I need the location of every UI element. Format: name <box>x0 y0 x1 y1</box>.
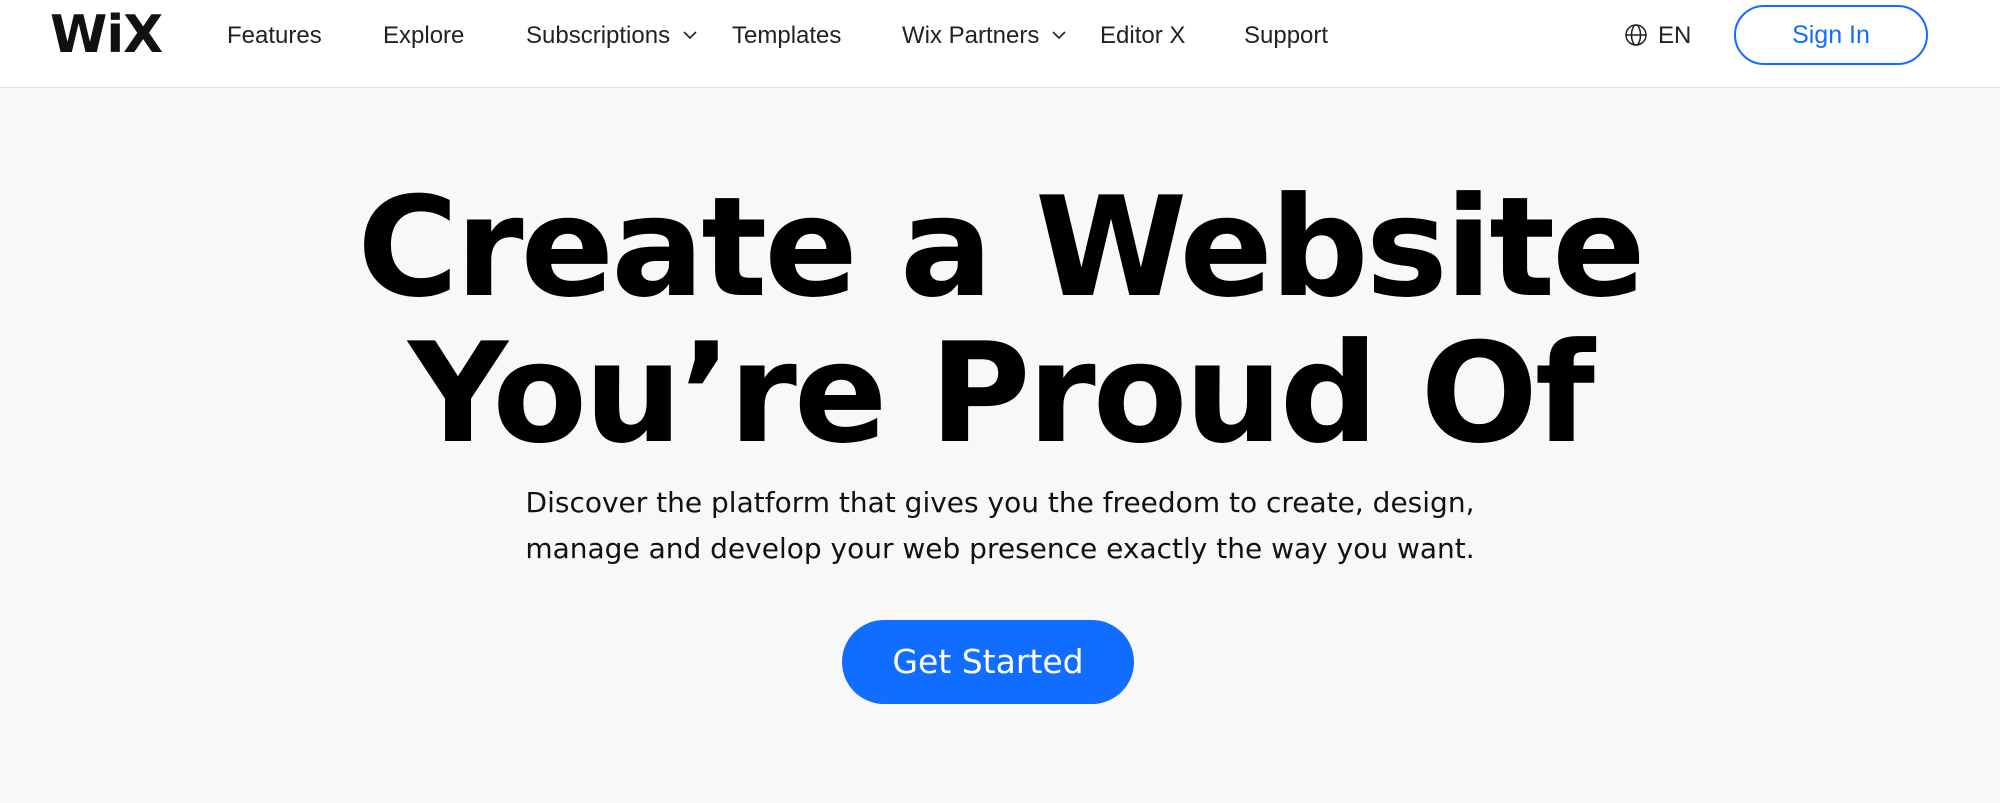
hero-headline-line-1: Create a Website <box>357 167 1646 328</box>
nav-editor-x-label: Editor X <box>1100 22 1186 49</box>
nav-editor-x[interactable]: Editor X <box>1100 18 1185 54</box>
nav-explore[interactable]: Explore <box>383 18 464 54</box>
nav-subscriptions[interactable]: Subscriptions <box>526 18 697 54</box>
chevron-down-icon <box>1052 31 1066 39</box>
language-selector[interactable]: EN <box>1624 18 1691 54</box>
chevron-down-icon <box>683 31 697 39</box>
hero-subtitle: Discover the platform that gives you the… <box>0 480 2000 572</box>
nav-support-label: Support <box>1244 22 1329 49</box>
hero-subtitle-line-1: Discover the platform that gives you the… <box>525 486 1475 519</box>
sign-in-button[interactable]: Sign In <box>1734 5 1928 65</box>
wix-logo[interactable]: WiX <box>50 6 163 64</box>
nav-support[interactable]: Support <box>1244 18 1328 54</box>
nav-templates[interactable]: Templates <box>732 18 841 54</box>
nav-wix-partners[interactable]: Wix Partners <box>902 18 1066 54</box>
nav-explore-label: Explore <box>383 22 465 49</box>
nav-wix-partners-label: Wix Partners <box>902 22 1040 49</box>
language-label: EN <box>1658 22 1692 49</box>
nav-subscriptions-label: Subscriptions <box>526 22 671 49</box>
nav-features-label: Features <box>227 22 322 49</box>
globe-icon <box>1625 23 1647 46</box>
hero-headline: Create a Website You’re Proud Of <box>0 175 2000 467</box>
hero-headline-line-2: You’re Proud Of <box>408 313 1595 474</box>
site-header: WiX Features Explore Subscriptions Templ… <box>0 0 2000 88</box>
nav-templates-label: Templates <box>732 22 842 49</box>
hero-subtitle-line-2: manage and develop your web presence exa… <box>525 532 1475 565</box>
get-started-button[interactable]: Get Started <box>842 620 1134 704</box>
nav-features[interactable]: Features <box>227 18 322 54</box>
